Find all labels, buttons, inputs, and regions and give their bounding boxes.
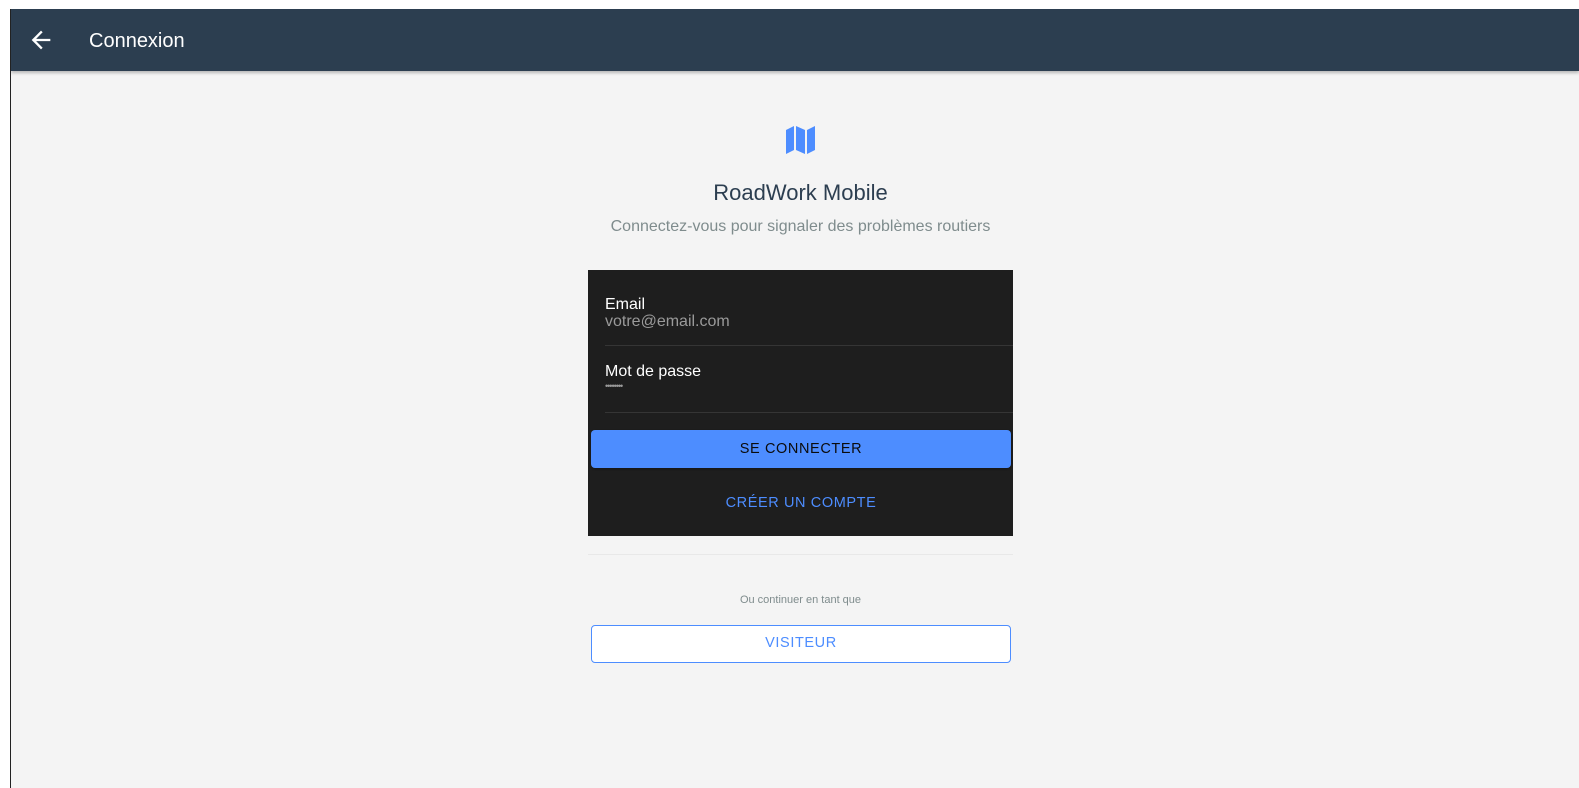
password-input[interactable] [605, 380, 995, 392]
app-subtitle: Connectez-vous pour signaler des problèm… [610, 218, 991, 235]
top-toolbar: Connexion [11, 9, 1579, 71]
app-window: Connexion RoadWork Mobile Connectez-vous… [10, 9, 1579, 788]
guest-hint: Ou continuer en tant que [739, 594, 862, 606]
login-button[interactable]: SE CONNECTER [591, 430, 1011, 468]
password-field: Mot de passe [605, 363, 1013, 413]
email-field: Email [605, 296, 1013, 346]
arrow-left-icon [31, 30, 51, 50]
page-title: Connexion [89, 30, 185, 52]
back-button[interactable] [27, 26, 55, 54]
visitor-button[interactable]: VISITEUR [591, 625, 1011, 663]
email-input[interactable] [605, 312, 995, 332]
divider [588, 554, 1013, 555]
login-card: Email Mot de passe SE CONNECTER CRÉER UN… [588, 270, 1013, 536]
create-account-button[interactable]: CRÉER UN COMPTE [591, 486, 1011, 520]
map-icon [786, 126, 815, 154]
app-name: RoadWork Mobile [713, 180, 888, 205]
password-label: Mot de passe [605, 363, 702, 380]
